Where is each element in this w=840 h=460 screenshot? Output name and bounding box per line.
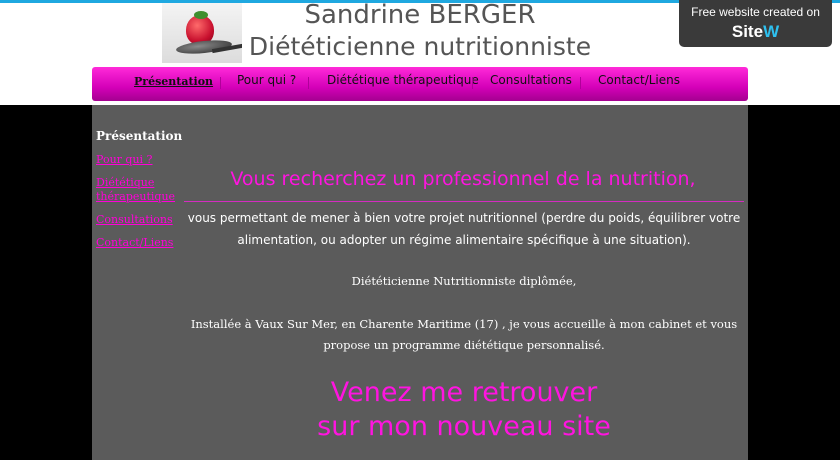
nav-dietetique-therapeutique[interactable]: Diététique thérapeutique xyxy=(327,73,479,87)
main-headline: Vous recherchez un professionnel de la n… xyxy=(230,168,696,190)
nav-consultations[interactable]: Consultations xyxy=(490,73,572,87)
nav-separator xyxy=(308,77,309,89)
leaf-icon xyxy=(194,11,208,19)
brand-suffix: W xyxy=(763,22,780,41)
sidebar-title: Présentation xyxy=(96,129,183,143)
badge-text: Free website created on xyxy=(691,5,820,19)
main-navbar: Présentation Pour qui ? Diététique théra… xyxy=(92,67,748,101)
site-subtitle: Diététicienne nutritionniste xyxy=(248,32,592,61)
sidebar-item-pour-qui[interactable]: Pour qui ? xyxy=(96,153,178,167)
sidebar-item-dietetique-therapeutique[interactable]: Diététique thérapeutique xyxy=(96,176,178,204)
nav-separator xyxy=(220,77,221,89)
nav-separator xyxy=(580,77,581,89)
location-paragraph: Installée à Vaux Sur Mer, en Charente Ma… xyxy=(190,317,738,352)
divider xyxy=(184,201,744,202)
nav-pour-qui[interactable]: Pour qui ? xyxy=(237,73,296,87)
nav-presentation[interactable]: Présentation xyxy=(134,75,213,88)
intro-paragraph: vous permettant de mener à bien votre pr… xyxy=(187,211,741,247)
nav-separator xyxy=(472,77,473,89)
site-title: Sandrine BERGER xyxy=(304,0,536,30)
diploma-paragraph: Diététicienne Nutritionniste diplômée, xyxy=(351,274,577,288)
nav-contact-liens[interactable]: Contact/Liens xyxy=(598,73,680,87)
brand-prefix: Site xyxy=(731,22,764,41)
sitew-badge[interactable]: Free website created on SiteW xyxy=(679,0,832,47)
cta-line-1: Venez me retrouver xyxy=(330,377,598,408)
sitew-logo: SiteW xyxy=(679,22,832,42)
cta-line-2: sur mon nouveau site xyxy=(317,411,611,442)
sidebar-item-consultations[interactable]: Consultations xyxy=(96,213,178,227)
sidebar-item-contact-liens[interactable]: Contact/Liens xyxy=(96,236,178,250)
